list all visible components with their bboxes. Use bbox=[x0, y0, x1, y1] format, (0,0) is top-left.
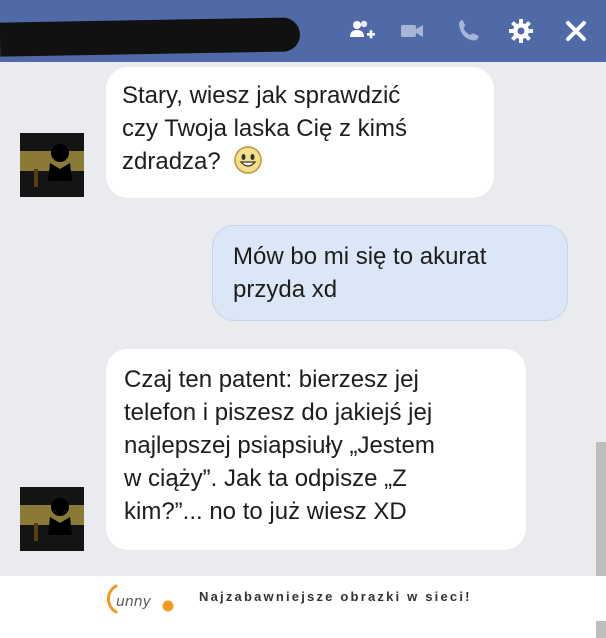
watermark-footer: unny Najzabawniejsze obrazki w sieci! bbox=[0, 576, 606, 621]
avatar[interactable] bbox=[20, 133, 84, 197]
message-text: Mów bo mi się to akurat przyda xd bbox=[233, 243, 487, 303]
message-thread[interactable]: Stary, wiesz jak sprawdzić czy Twoja las… bbox=[0, 62, 606, 638]
gear-icon[interactable] bbox=[507, 17, 535, 45]
phone-call-icon[interactable] bbox=[455, 17, 483, 45]
message-bubble-outgoing[interactable]: Mów bo mi się to akurat przyda xd bbox=[212, 225, 568, 321]
message-bubble-incoming[interactable]: Czaj ten patent: bierzesz jej telefon i … bbox=[106, 349, 526, 550]
video-call-icon[interactable] bbox=[398, 17, 426, 45]
message-text: Stary, wiesz jak sprawdzić czy Twoja las… bbox=[122, 82, 407, 175]
message-bubble-incoming[interactable]: Stary, wiesz jak sprawdzić czy Twoja las… bbox=[106, 67, 494, 198]
redacted-contact-name bbox=[0, 17, 301, 57]
avatar[interactable] bbox=[20, 487, 84, 551]
funny-logo: unny bbox=[102, 582, 182, 616]
add-people-icon[interactable] bbox=[348, 17, 376, 45]
smiley-icon bbox=[233, 145, 263, 175]
watermark-tagline: Najzabawniejsze obrazki w sieci! bbox=[199, 589, 472, 604]
svg-text:unny: unny bbox=[116, 594, 152, 610]
message-text: Czaj ten patent: bierzesz jej telefon i … bbox=[124, 366, 435, 525]
chat-header bbox=[0, 0, 606, 62]
close-icon[interactable] bbox=[562, 17, 590, 45]
